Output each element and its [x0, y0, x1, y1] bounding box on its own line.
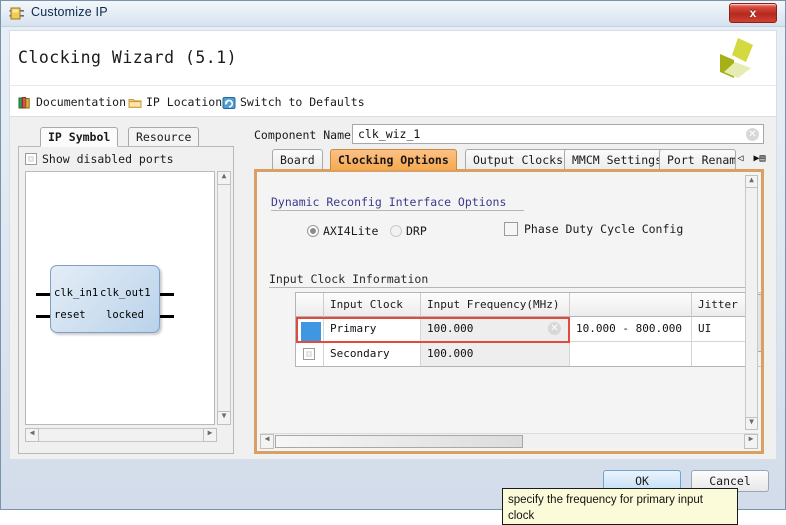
pin-wire-locked	[158, 315, 174, 318]
left-panel: IP Symbol Resource Show disabled ports c…	[18, 121, 234, 455]
canvas-scroll-right-icon[interactable]: ▶	[203, 428, 217, 442]
table-row-primary-name: Primary	[324, 317, 421, 342]
table-row-primary-jitter: UI	[692, 317, 749, 342]
clocking-options-pane: Dynamic Reconfig Interface Options AXI4L…	[254, 169, 764, 454]
show-disabled-ports-row[interactable]: Show disabled ports	[25, 152, 174, 166]
radio-drp-label: DRP	[406, 224, 427, 238]
tab-port-renaming[interactable]: Port Renam:	[659, 149, 736, 170]
tab-clocking-options[interactable]: Clocking Options	[330, 149, 457, 170]
clocking-options-content: Dynamic Reconfig Interface Options AXI4L…	[257, 172, 761, 451]
table-row-secondary-select-cell[interactable]	[296, 342, 324, 366]
toolbar-label-switch-defaults: Switch to Defaults	[240, 95, 365, 109]
ip-symbol-block[interactable]	[50, 265, 160, 333]
table-row-secondary-frequency[interactable]: 100.000	[421, 342, 570, 366]
pane-scroll-left-icon[interactable]: ◀	[260, 434, 274, 449]
input-clock-table[interactable]: Input Clock Input Frequency(MHz) Jitter …	[295, 292, 750, 367]
toolbar: Documentation IP Location Switch to Defa…	[9, 85, 777, 117]
table-row-secondary-jitter	[692, 342, 749, 366]
checkbox-phase-duty-cycle[interactable]: Phase Duty Cycle Config	[504, 222, 683, 236]
pane-scroll-up-icon[interactable]: ▲	[745, 175, 758, 188]
refresh-icon	[222, 97, 236, 109]
show-disabled-ports-checkbox[interactable]	[25, 153, 37, 165]
close-button[interactable]: x	[729, 3, 777, 23]
tab-resource[interactable]: Resource	[128, 127, 200, 147]
component-name-label: Component Name	[254, 128, 351, 142]
pin-label-reset: reset	[54, 309, 86, 321]
ip-customize-icon	[9, 7, 24, 20]
folder-icon	[128, 99, 142, 108]
table-header-jitter: Jitter O	[692, 293, 749, 317]
radio-axi4lite-indicator[interactable]	[307, 225, 319, 237]
ip-symbol-canvas[interactable]: clk_in1 reset clk_out1 locked	[25, 171, 215, 425]
canvas-scroll-down-icon[interactable]: ▼	[217, 411, 231, 425]
canvas-scroll-up-icon[interactable]: ▲	[217, 171, 231, 185]
table-header-input-clock: Input Clock	[324, 293, 421, 317]
table-header-range	[570, 293, 692, 317]
customize-ip-window: Customize IP x Clocking Wizard (5.1) Doc…	[0, 0, 786, 525]
phase-duty-cycle-checkbox[interactable]	[504, 222, 518, 236]
component-name-value: clk_wiz_1	[358, 127, 421, 141]
books-icon	[18, 97, 30, 109]
input-clock-information-title: Input Clock Information	[269, 272, 752, 288]
ip-symbol-panel: Show disabled ports clk_in1 reset clk_ou…	[18, 146, 234, 454]
table-row-primary-select-cell[interactable]	[296, 317, 324, 342]
component-name-clear-icon[interactable]: ✕	[746, 128, 759, 141]
tab-ip-symbol[interactable]: IP Symbol	[40, 127, 119, 147]
xilinx-logo	[720, 38, 753, 78]
table-header-select	[296, 293, 324, 317]
tab-prev-icon[interactable]: ◁	[733, 151, 748, 167]
tooltip: specify the frequency for primary input …	[502, 488, 738, 525]
table-row-secondary-range	[570, 342, 692, 366]
secondary-checkbox[interactable]	[303, 348, 315, 360]
main-body: IP Symbol Resource Show disabled ports c…	[9, 117, 777, 525]
table-header-input-frequency: Input Frequency(MHz)	[421, 293, 570, 317]
right-panel: Component Name clk_wiz_1 ✕ Board Clockin…	[248, 121, 770, 455]
radio-drp[interactable]: DRP	[390, 224, 427, 238]
toolbar-label-documentation: Documentation	[36, 95, 127, 109]
primary-frequency-clear-icon[interactable]: ✕	[548, 322, 561, 335]
toolbar-item-switch-defaults[interactable]: Switch to Defaults	[222, 92, 365, 112]
page-title: Clocking Wizard (5.1)	[18, 48, 238, 67]
pane-vertical-scrollbar[interactable]	[745, 175, 758, 430]
dynamic-reconfig-title: Dynamic Reconfig Interface Options	[271, 195, 524, 211]
canvas-vertical-scrollbar[interactable]	[217, 171, 231, 425]
pin-wire-clk-out1	[158, 293, 174, 296]
pane-scroll-down-icon[interactable]: ▼	[745, 417, 758, 430]
tab-list-icon[interactable]: ▤	[755, 151, 770, 167]
tab-output-clocks[interactable]: Output Clocks	[465, 149, 572, 170]
pin-label-clk-out1: clk_out1	[100, 287, 151, 299]
show-disabled-ports-label: Show disabled ports	[42, 152, 174, 166]
tab-mmcm-settings[interactable]: MMCM Settings	[564, 149, 671, 170]
toolbar-item-ip-location[interactable]: IP Location	[128, 92, 222, 112]
header-panel: Clocking Wizard (5.1)	[9, 30, 777, 85]
toolbar-label-ip-location: IP Location	[146, 95, 223, 109]
clocking-tabbar: Board Clocking Options Output Clocks MMC…	[254, 148, 770, 170]
table-row-primary-range: 10.000 - 800.000	[570, 317, 692, 342]
pane-scroll-right-icon[interactable]: ▶	[744, 434, 758, 449]
pane-horizontal-scrollbar[interactable]: ◀ ▶	[260, 433, 758, 449]
toolbar-item-documentation[interactable]: Documentation	[18, 92, 126, 112]
tab-board[interactable]: Board	[272, 149, 323, 170]
pin-label-clk-in1: clk_in1	[54, 287, 99, 299]
radio-axi4lite-label: AXI4Lite	[323, 224, 379, 238]
radio-axi4lite[interactable]: AXI4Lite	[307, 224, 378, 238]
radio-drp-indicator[interactable]	[390, 225, 402, 237]
component-name-input[interactable]: clk_wiz_1 ✕	[352, 124, 764, 144]
window-title: Customize IP	[31, 5, 108, 19]
canvas-horizontal-scrollbar[interactable]	[25, 428, 217, 442]
table-row-secondary-name: Secondary	[324, 342, 421, 366]
phase-duty-cycle-label: Phase Duty Cycle Config	[524, 222, 684, 236]
canvas-scroll-left-icon[interactable]: ◀	[25, 428, 39, 442]
pin-label-locked: locked	[106, 309, 144, 321]
pane-hscroll-thumb[interactable]	[275, 435, 523, 448]
title-bar: Customize IP x	[1, 1, 785, 27]
